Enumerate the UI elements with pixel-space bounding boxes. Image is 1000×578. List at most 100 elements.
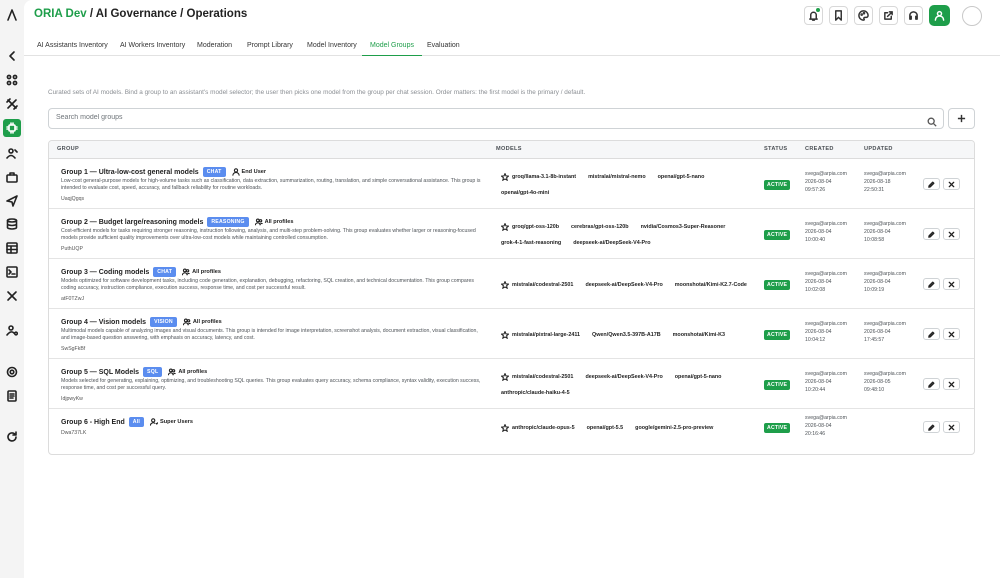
edit-button[interactable]: [923, 278, 940, 290]
audience-text: Super Users: [160, 419, 193, 425]
tab-evaluation[interactable]: Evaluation: [427, 37, 460, 56]
edit-button[interactable]: [923, 178, 940, 190]
user-icon: [934, 10, 945, 21]
created-date: 2026-08-04: [805, 279, 832, 285]
model-primary: groq/llama-3.1-8b-instant: [512, 174, 577, 180]
tab-moderation[interactable]: Moderation: [197, 37, 232, 56]
bookmarks-button[interactable]: [829, 6, 848, 25]
tab-model-inventory[interactable]: Model Inventory: [307, 37, 357, 56]
delete-button[interactable]: [943, 278, 960, 290]
created-info: svega@arpia.com 2026-08-04 10:04:12: [805, 320, 847, 344]
star-icon: [500, 172, 510, 182]
delete-button[interactable]: [943, 178, 960, 190]
send-icon[interactable]: [5, 194, 19, 208]
page-description: Curated sets of AI models. Bind a group …: [48, 89, 586, 96]
tab-bar: AI Assistants Inventory AI Workers Inven…: [24, 37, 1000, 56]
model-item: moonshotai/Kimi-K2.7-Code: [674, 282, 747, 288]
audience-text: All profiles: [192, 319, 222, 325]
group-type-badge: SQL: [143, 367, 163, 377]
updated-info: svega@arpia.com 2026-08-18 22:50:31: [864, 170, 906, 194]
star-icon: [500, 423, 510, 433]
left-rail: [0, 0, 24, 578]
tab-model-groups[interactable]: Model Groups: [362, 37, 422, 56]
edit-button[interactable]: [923, 378, 940, 390]
delete-button[interactable]: [943, 378, 960, 390]
tab-ai-workers-inventory[interactable]: AI Workers Inventory: [120, 37, 185, 56]
user-profile-button[interactable]: [929, 5, 950, 26]
tools-icon[interactable]: [5, 97, 19, 111]
created-date: 2026-08-04: [805, 229, 832, 235]
updated-time: 22:50:31: [864, 187, 885, 193]
table-icon[interactable]: [5, 241, 19, 255]
table-row[interactable]: Group 5 — SQL Models SQL All profiles Mo…: [49, 359, 974, 409]
created-date: 2026-08-04: [805, 329, 832, 335]
status-badge: ACTIVE: [764, 380, 791, 390]
status-badge: ACTIVE: [764, 230, 791, 240]
created-time: 10:00:40: [805, 237, 826, 243]
users-icon: [182, 268, 190, 276]
table-row[interactable]: Group 2 — Budget large/reasoning models …: [49, 209, 974, 259]
group-name: Group 5 — SQL Models SQL All profiles: [61, 367, 207, 377]
user-settings-icon[interactable]: [5, 323, 19, 337]
pencil-icon: [928, 181, 935, 188]
openai-icon[interactable]: [5, 365, 19, 379]
delete-button[interactable]: [943, 328, 960, 340]
table-row[interactable]: Group 6 - High End All Super Users Dwa73…: [49, 409, 974, 447]
audience-text: All profiles: [192, 269, 222, 275]
pencil-icon: [928, 281, 935, 288]
apps-grid-icon[interactable]: [5, 73, 19, 87]
share-button[interactable]: [879, 6, 898, 25]
add-group-button[interactable]: [948, 108, 975, 129]
column-header-models: MODELS: [496, 146, 522, 152]
theme-button[interactable]: [854, 6, 873, 25]
updated-time: 17:45:57: [864, 337, 885, 343]
close-icon: [948, 231, 955, 237]
edit-button[interactable]: [923, 421, 940, 433]
avatar[interactable]: [962, 5, 982, 26]
audience-text: All profiles: [178, 369, 208, 375]
delete-button[interactable]: [943, 228, 960, 240]
tab-prompt-library[interactable]: Prompt Library: [247, 37, 293, 56]
edit-button[interactable]: [923, 328, 940, 340]
updated-info: svega@arpia.com 2026-08-04 17:45:57: [864, 320, 906, 344]
pencil-icon: [928, 231, 935, 238]
created-time: 09:57:26: [805, 187, 826, 193]
status-badge: ACTIVE: [764, 180, 791, 190]
pencil-icon: [928, 331, 935, 338]
tab-ai-assistants-inventory[interactable]: AI Assistants Inventory: [37, 37, 108, 56]
group-name: Group 3 — Coding models CHAT All profile…: [61, 267, 221, 277]
table-row[interactable]: Group 1 — Ultra-low-cost general models …: [49, 159, 974, 209]
table-row[interactable]: Group 3 — Coding models CHAT All profile…: [49, 259, 974, 309]
updated-date: 2026-08-18: [864, 179, 891, 185]
edit-button[interactable]: [923, 228, 940, 240]
search-input[interactable]: [56, 114, 916, 121]
delete-button[interactable]: [943, 421, 960, 433]
refresh-icon[interactable]: [5, 430, 19, 444]
database-icon[interactable]: [5, 217, 19, 231]
briefcase-icon[interactable]: [5, 170, 19, 184]
wrench-icon[interactable]: [5, 289, 19, 303]
table-row[interactable]: Group 4 — Vision models VISION All profi…: [49, 309, 974, 359]
group-type-badge: CHAT: [202, 167, 226, 177]
close-icon: [948, 181, 955, 187]
created-time: 10:02:08: [805, 287, 826, 293]
group-id: Dwa737LK: [61, 430, 87, 436]
model-item: openai/gpt-5-nano: [657, 174, 705, 180]
ai-chip-icon[interactable]: [3, 119, 21, 137]
group-description: Low-cost general-purpose models for high…: [61, 178, 481, 192]
group-id: IdjpwyKw: [61, 396, 83, 402]
group-type-badge: REASONING: [207, 217, 249, 227]
user-flow-icon[interactable]: [5, 146, 19, 160]
notifications-button[interactable]: [804, 6, 823, 25]
search-icon[interactable]: [927, 114, 937, 127]
column-header-status: STATUS: [764, 146, 788, 152]
model-item: cerebras/gpt-oss-120b: [571, 224, 629, 230]
app-logo-icon[interactable]: [5, 8, 19, 22]
group-title: Group 3 — Coding models: [61, 268, 150, 276]
group-description: Cost-efficient models for tasks requirin…: [61, 228, 476, 242]
collapse-chevron-icon[interactable]: [5, 49, 19, 63]
terminal-icon[interactable]: [5, 265, 19, 279]
support-button[interactable]: [904, 6, 923, 25]
document-icon[interactable]: [5, 389, 19, 403]
group-name: Group 2 — Budget large/reasoning models …: [61, 217, 293, 227]
